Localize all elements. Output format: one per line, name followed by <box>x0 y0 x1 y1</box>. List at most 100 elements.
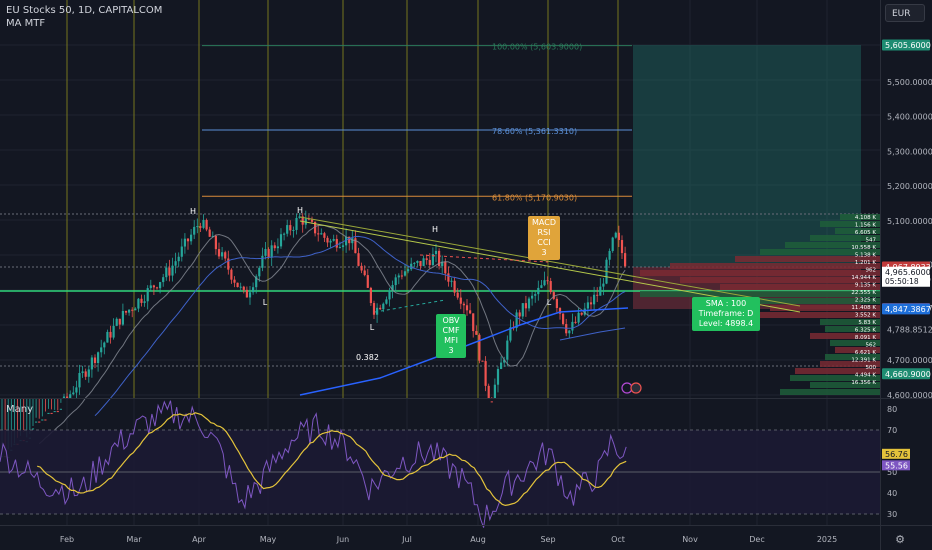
candle-body <box>624 253 627 267</box>
candle-body <box>394 277 397 286</box>
candle-body <box>214 235 217 250</box>
rsi-pane-label[interactable]: Many <box>6 404 33 415</box>
candle-body <box>248 292 252 298</box>
candle-body <box>149 285 152 289</box>
volume-profile-label: 11.408 K <box>851 305 876 311</box>
candle-body <box>106 331 109 343</box>
candle-body <box>317 233 320 235</box>
candle-body <box>270 245 273 258</box>
candle-body <box>527 298 531 309</box>
fib-level-label: 78.60% (5,361.3310) <box>492 127 577 136</box>
candle-body <box>38 421 41 423</box>
candle-body <box>310 219 314 222</box>
volume-profile-label: 5.83 K <box>858 320 876 326</box>
candle-body <box>521 303 524 317</box>
candle-body <box>286 225 289 234</box>
candle-body <box>568 330 571 334</box>
candle-body <box>469 310 472 314</box>
candle-body <box>531 295 534 299</box>
price-axis-tick: 4,700.0000 <box>887 356 932 365</box>
volume-profile-label: 22.555 K <box>851 290 876 296</box>
candle-body <box>193 226 196 235</box>
candle-body <box>165 267 168 278</box>
candle-body <box>31 428 35 430</box>
time-axis-label: Feb <box>60 535 74 544</box>
candle-body <box>407 269 410 272</box>
volume-profile-label: 562 <box>866 343 877 349</box>
indicator-label[interactable]: MA MTF <box>6 18 45 29</box>
candle-body <box>283 233 286 235</box>
candle-body <box>152 285 155 288</box>
candle-body <box>543 280 546 286</box>
price-axis-tick: 5,400.0000 <box>887 113 932 122</box>
candle-body <box>84 371 87 377</box>
candle-body <box>602 283 605 287</box>
candle-body <box>372 303 376 315</box>
candle-body <box>546 280 549 282</box>
symbol-title[interactable]: EU Stocks 50, 1D, CAPITALCOM <box>6 5 162 16</box>
time-axis-separator <box>0 525 932 526</box>
gear-icon[interactable]: ⚙ <box>895 533 905 546</box>
signal-obv-cmf-mfi[interactable]: OBV CMF MFI 3 <box>436 314 466 358</box>
candle-body <box>341 245 345 248</box>
candle-body <box>462 303 465 306</box>
candle-body <box>93 357 97 363</box>
candle-body <box>586 302 589 309</box>
signal-macd-rsi-cci[interactable]: MACD RSI CCI 3 <box>528 216 560 260</box>
candle-body <box>444 261 447 274</box>
swing-low-label: L <box>370 323 375 332</box>
candle-body <box>233 279 236 283</box>
candle-body <box>115 318 118 326</box>
candle-body <box>252 287 255 293</box>
candle-body <box>221 252 224 257</box>
candle-body <box>53 411 56 413</box>
price-axis-tick: 5,100.0000 <box>887 217 932 226</box>
rsi-badge-label: 55.56 <box>885 461 908 470</box>
candle-body <box>620 240 624 254</box>
sma-info-box[interactable]: SMA : 100 Timeframe: D Level: 4898.4 <box>692 297 760 331</box>
chart-canvas[interactable]: 100.00% (5,603.9000) 78.60% (5,361.3310) 6… <box>0 0 932 550</box>
candle-body <box>332 238 335 241</box>
candle-body <box>425 258 428 260</box>
volume-profile-label: 962 <box>866 268 877 274</box>
rsi-badge-label: 56.76 <box>885 450 908 459</box>
candle-body <box>338 247 341 249</box>
currency-selector[interactable]: EUR <box>885 4 925 22</box>
candle-body <box>292 229 295 231</box>
candle-body <box>397 275 400 278</box>
candle-body <box>540 285 543 288</box>
candle-body <box>484 361 487 386</box>
candle-body <box>261 255 264 268</box>
candle-body <box>599 286 602 296</box>
time-axis-label: Aug <box>470 535 486 544</box>
candle-body <box>190 234 193 242</box>
time-axis-label: Dec <box>749 535 764 544</box>
candle-body <box>416 260 419 263</box>
candle-body <box>81 371 84 373</box>
candle-body <box>217 249 221 257</box>
volume-profile-label: 4.494 K <box>855 373 876 379</box>
candle-body <box>121 310 124 325</box>
candle-body <box>47 412 50 414</box>
candle-body <box>245 289 248 298</box>
price-axis-tick: 5,200.0000 <box>887 182 932 191</box>
current-price-label: 4,965.6000 <box>885 268 931 277</box>
candle-body <box>459 297 462 304</box>
candle-body <box>323 233 326 238</box>
candle-body <box>335 238 338 248</box>
candle-body <box>410 263 413 270</box>
candle-body <box>487 385 490 398</box>
candle-body <box>366 275 369 288</box>
candle-body <box>413 262 416 264</box>
candle-body <box>475 331 478 335</box>
time-axis-label: Mar <box>126 535 142 544</box>
rsi-axis-tick: 70 <box>887 426 897 435</box>
volume-profile-label: 547 <box>866 238 877 244</box>
candle-body <box>472 313 475 332</box>
candle-body <box>295 217 298 230</box>
candle-body <box>72 392 75 395</box>
candle-body <box>124 310 128 313</box>
candle-body <box>490 401 493 403</box>
volume-profile-label: 5.138 K <box>855 253 876 259</box>
candle-body <box>177 256 180 262</box>
